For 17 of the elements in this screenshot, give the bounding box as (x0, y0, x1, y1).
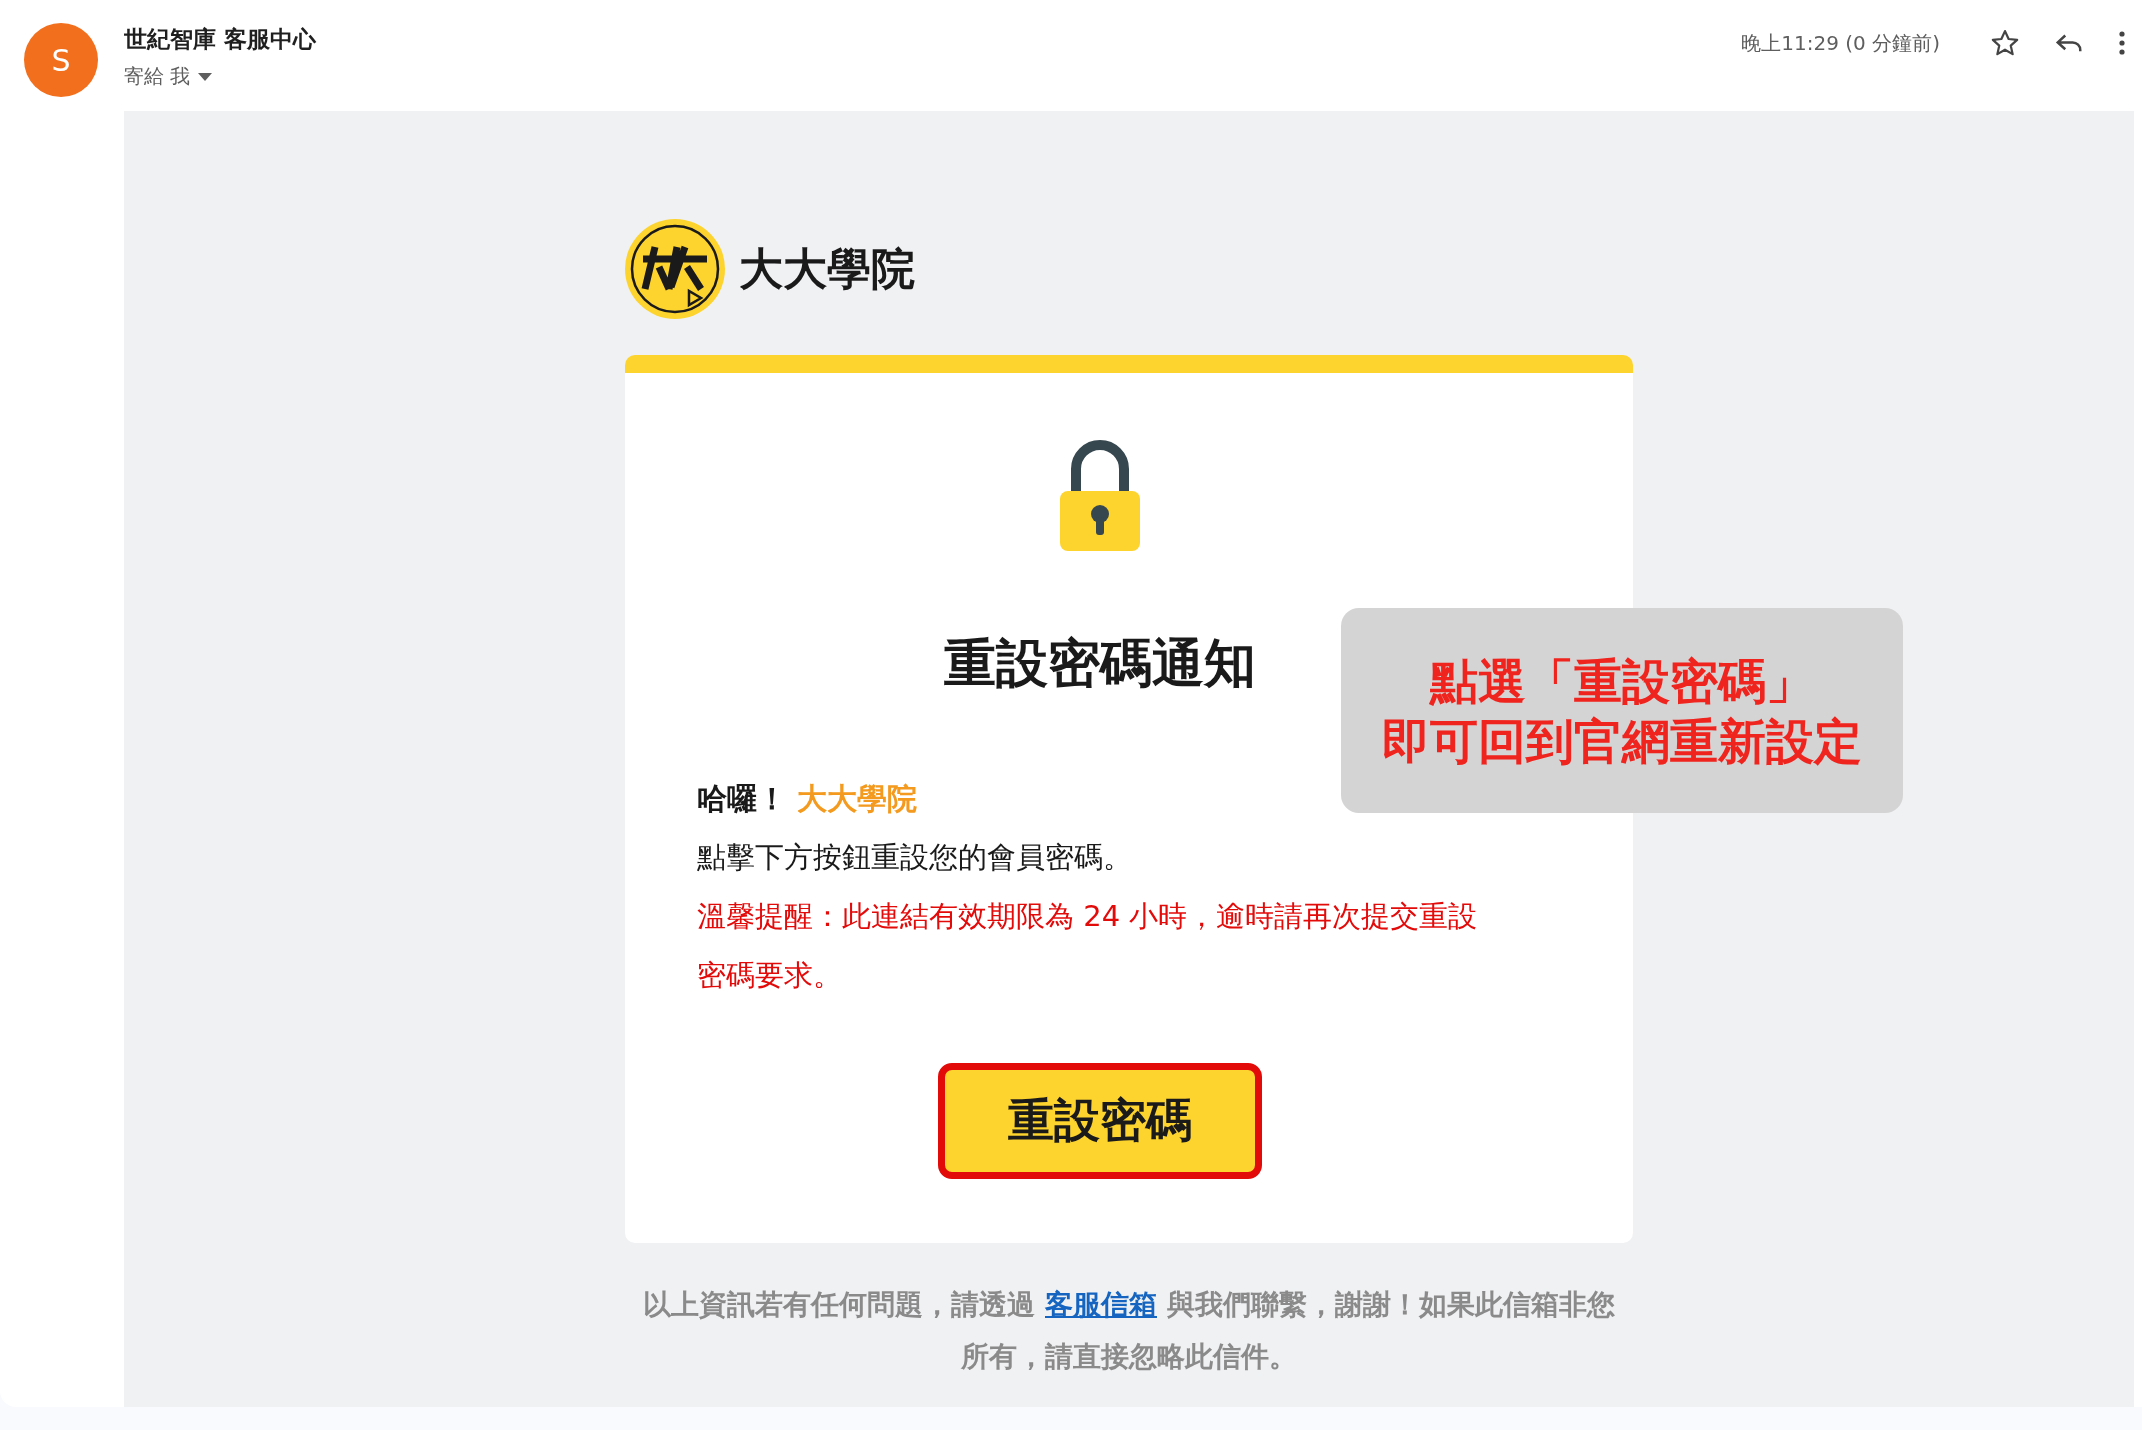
brand-name: 大大學院 (739, 241, 915, 296)
sender-avatar: S (24, 23, 98, 97)
reminder-text: 溫馨提醒：此連結有效期限為 24 小時，逾時請再次提交重設密碼要求。 (697, 898, 1479, 994)
timestamp: 晚上11:29 (0 分鐘前) (1741, 29, 1940, 57)
footer-text: 以上資訊若有任何問題，請透過 客服信箱 與我們聯繫，謝謝！如果此信箱非您所有，請直接忽略此信件。 (642, 1287, 1616, 1375)
greeting-text: 哈囉！ 大大學院 (697, 780, 919, 818)
callout-text: 點選「重設密碼」 (1430, 651, 1814, 711)
sender-name: 世紀智庫 客服中心 (124, 25, 316, 54)
dropdown-caret-icon[interactable] (198, 72, 213, 81)
padlock-icon (1060, 439, 1140, 551)
support-email-link[interactable]: 客服信箱 (1045, 1288, 1157, 1321)
callout-text: 即可回到官網重新設定 (1382, 711, 1862, 771)
email-title: 重設密碼通知 (944, 632, 1256, 695)
instruction-text: 點擊下方按鈕重設您的會員密碼。 (697, 839, 1133, 876)
reset-password-button[interactable]: 重設密碼 (938, 1063, 1262, 1179)
logo-icon (625, 219, 725, 319)
recipient-text: 寄給 我 (124, 63, 191, 90)
